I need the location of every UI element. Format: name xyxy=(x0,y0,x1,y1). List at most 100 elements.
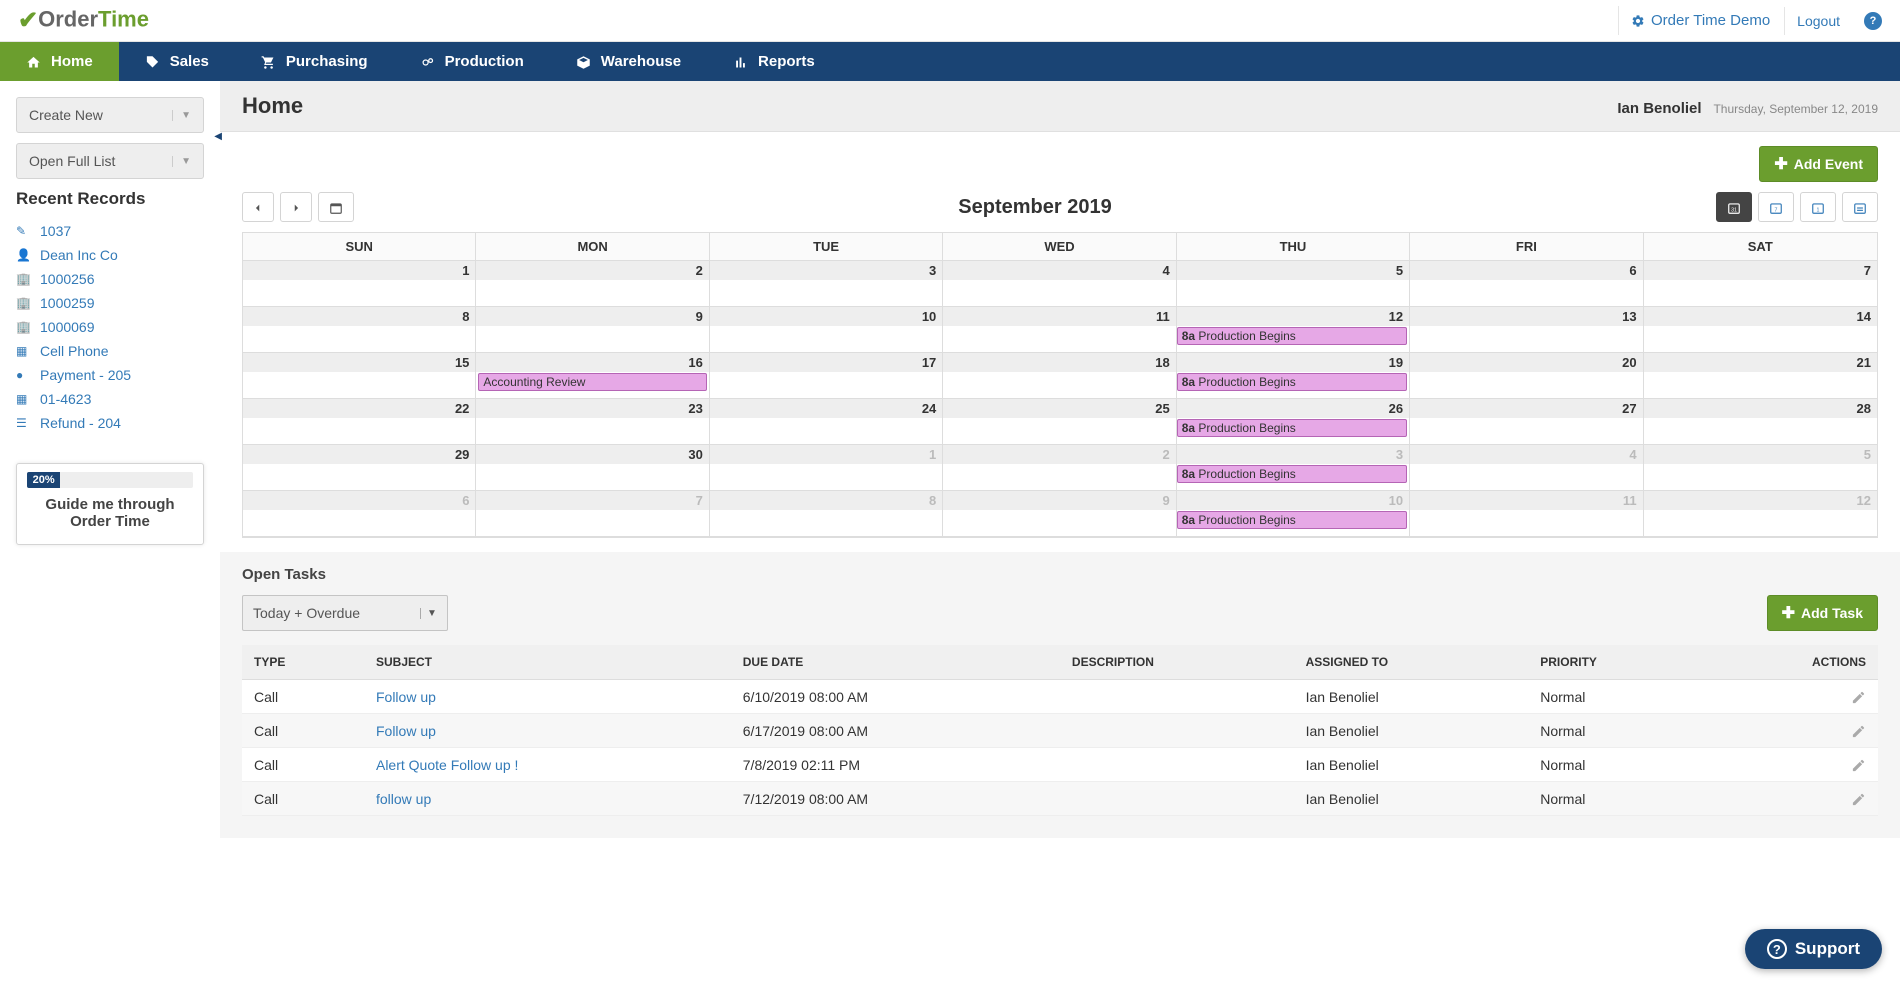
help-icon[interactable]: ? xyxy=(1864,12,1882,30)
cal-next-button[interactable] xyxy=(280,192,312,222)
calendar-cell[interactable]: 14 xyxy=(1644,307,1877,353)
calendar-cell[interactable]: 4 xyxy=(943,261,1176,307)
calendar: SUNMONTUEWEDTHUFRISAT 1234567891011128a … xyxy=(242,232,1878,538)
recent-item[interactable]: ●Payment - 205 xyxy=(16,363,204,387)
calendar-cell[interactable]: 268a Production Begins xyxy=(1177,399,1410,445)
calendar-cell[interactable]: 108a Production Begins xyxy=(1177,491,1410,537)
tasks-column-header[interactable]: TYPE xyxy=(242,645,364,680)
calendar-cell[interactable]: 21 xyxy=(1644,353,1877,399)
calendar-cell[interactable]: 1 xyxy=(243,261,476,307)
calendar-cell[interactable]: 27 xyxy=(1410,399,1643,445)
tasks-filter-select[interactable]: Today + Overdue ▼ xyxy=(242,595,448,631)
order-time-demo-link[interactable]: Order Time Demo xyxy=(1618,6,1782,35)
tasks-column-header[interactable]: ASSIGNED TO xyxy=(1294,645,1529,680)
recent-item[interactable]: ✎1037 xyxy=(16,219,204,243)
create-new-button[interactable]: Create New ▼ xyxy=(16,97,204,133)
add-event-button[interactable]: ✚ Add Event xyxy=(1759,146,1878,182)
task-subject-link[interactable]: follow up xyxy=(376,791,431,807)
calendar-day-header: SAT xyxy=(1644,233,1877,261)
calendar-cell[interactable]: 18 xyxy=(943,353,1176,399)
calendar-cell[interactable]: 5 xyxy=(1177,261,1410,307)
calendar-cell[interactable]: 16Accounting Review xyxy=(476,353,709,399)
tasks-column-header[interactable]: ACTIONS xyxy=(1706,645,1878,680)
calendar-cell[interactable]: 4 xyxy=(1410,445,1643,491)
calendar-cell[interactable]: 38a Production Begins xyxy=(1177,445,1410,491)
calendar-cell[interactable]: 6 xyxy=(243,491,476,537)
logout-link[interactable]: Logout xyxy=(1784,7,1852,35)
calendar-cell[interactable]: 12 xyxy=(1644,491,1877,537)
calendar-event[interactable]: 8a Production Begins xyxy=(1177,511,1407,529)
calendar-cell[interactable]: 13 xyxy=(1410,307,1643,353)
tasks-column-header[interactable]: PRIORITY xyxy=(1528,645,1706,680)
calendar-cell[interactable]: 6 xyxy=(1410,261,1643,307)
nav-reports[interactable]: Reports xyxy=(707,42,841,81)
recent-item[interactable]: 🏢1000259 xyxy=(16,291,204,315)
support-button[interactable]: ? Support xyxy=(1745,929,1882,969)
cal-view-month-button[interactable]: 31 xyxy=(1716,192,1752,222)
recent-item[interactable]: 🏢1000256 xyxy=(16,267,204,291)
calendar-cell[interactable]: 10 xyxy=(710,307,943,353)
task-subject-link[interactable]: Follow up xyxy=(376,689,436,705)
calendar-cell[interactable]: 22 xyxy=(243,399,476,445)
nav-warehouse[interactable]: Warehouse xyxy=(550,42,707,81)
calendar-event[interactable]: Accounting Review xyxy=(478,373,706,391)
nav-sales[interactable]: Sales xyxy=(119,42,235,81)
task-subject-link[interactable]: Alert Quote Follow up ! xyxy=(376,757,518,773)
calendar-cell[interactable]: 29 xyxy=(243,445,476,491)
tasks-column-header[interactable]: SUBJECT xyxy=(364,645,731,680)
calendar-cell[interactable]: 24 xyxy=(710,399,943,445)
tasks-column-header[interactable]: DUE DATE xyxy=(731,645,1060,680)
recent-item[interactable]: ▦01-4623 xyxy=(16,387,204,411)
nav-purchasing[interactable]: Purchasing xyxy=(235,42,394,81)
nav-production[interactable]: Production xyxy=(394,42,550,81)
recent-item[interactable]: ▦Cell Phone xyxy=(16,339,204,363)
calendar-cell[interactable]: 3 xyxy=(710,261,943,307)
calendar-cell[interactable]: 28 xyxy=(1644,399,1877,445)
calendar-cell[interactable]: 11 xyxy=(1410,491,1643,537)
calendar-cell[interactable]: 25 xyxy=(943,399,1176,445)
calendar-cell[interactable]: 7 xyxy=(1644,261,1877,307)
cal-view-day-button[interactable]: 1 xyxy=(1800,192,1836,222)
recent-item[interactable]: 👤Dean Inc Co xyxy=(16,243,204,267)
calendar-cell[interactable]: 9 xyxy=(943,491,1176,537)
calendar-cell[interactable]: 1 xyxy=(710,445,943,491)
cal-today-button[interactable] xyxy=(318,192,354,222)
recent-item[interactable]: 🏢1000069 xyxy=(16,315,204,339)
calendar-cell[interactable]: 7 xyxy=(476,491,709,537)
sidebar-collapse-icon[interactable]: ◀ xyxy=(214,131,222,142)
task-subject-link[interactable]: Follow up xyxy=(376,723,436,739)
edit-icon[interactable] xyxy=(1851,756,1866,773)
calendar-cell[interactable]: 2 xyxy=(943,445,1176,491)
tasks-column-header[interactable]: DESCRIPTION xyxy=(1060,645,1294,680)
calendar-cell[interactable]: 15 xyxy=(243,353,476,399)
calendar-cell[interactable]: 2 xyxy=(476,261,709,307)
calendar-cell[interactable]: 9 xyxy=(476,307,709,353)
calendar-cell[interactable]: 198a Production Begins xyxy=(1177,353,1410,399)
calendar-cell[interactable]: 23 xyxy=(476,399,709,445)
calendar-event[interactable]: 8a Production Begins xyxy=(1177,327,1407,345)
calendar-cell[interactable]: 128a Production Begins xyxy=(1177,307,1410,353)
calendar-cell[interactable]: 20 xyxy=(1410,353,1643,399)
calendar-event[interactable]: 8a Production Begins xyxy=(1177,465,1407,483)
calendar-cell[interactable]: 8 xyxy=(710,491,943,537)
edit-icon[interactable] xyxy=(1851,722,1866,739)
calendar-cell[interactable]: 30 xyxy=(476,445,709,491)
add-task-button[interactable]: ✚ Add Task xyxy=(1767,595,1878,631)
logo-time: Time xyxy=(98,6,149,31)
calendar-event[interactable]: 8a Production Begins xyxy=(1177,419,1407,437)
calendar-cell[interactable]: 17 xyxy=(710,353,943,399)
logo[interactable]: ✔OrderTime xyxy=(18,6,149,35)
cal-view-list-button[interactable] xyxy=(1842,192,1878,222)
nav-home[interactable]: Home xyxy=(0,42,119,81)
edit-icon[interactable] xyxy=(1851,688,1866,705)
cal-prev-button[interactable] xyxy=(242,192,274,222)
calendar-cell[interactable]: 11 xyxy=(943,307,1176,353)
calendar-event[interactable]: 8a Production Begins xyxy=(1177,373,1407,391)
cal-view-week-button[interactable]: 7 xyxy=(1758,192,1794,222)
recent-item[interactable]: ☰Refund - 204 xyxy=(16,411,204,435)
open-full-list-button[interactable]: Open Full List ▼ xyxy=(16,143,204,179)
edit-icon[interactable] xyxy=(1851,790,1866,807)
guide-box[interactable]: 20% Guide me through Order Time xyxy=(16,463,204,545)
calendar-cell[interactable]: 8 xyxy=(243,307,476,353)
calendar-cell[interactable]: 5 xyxy=(1644,445,1877,491)
